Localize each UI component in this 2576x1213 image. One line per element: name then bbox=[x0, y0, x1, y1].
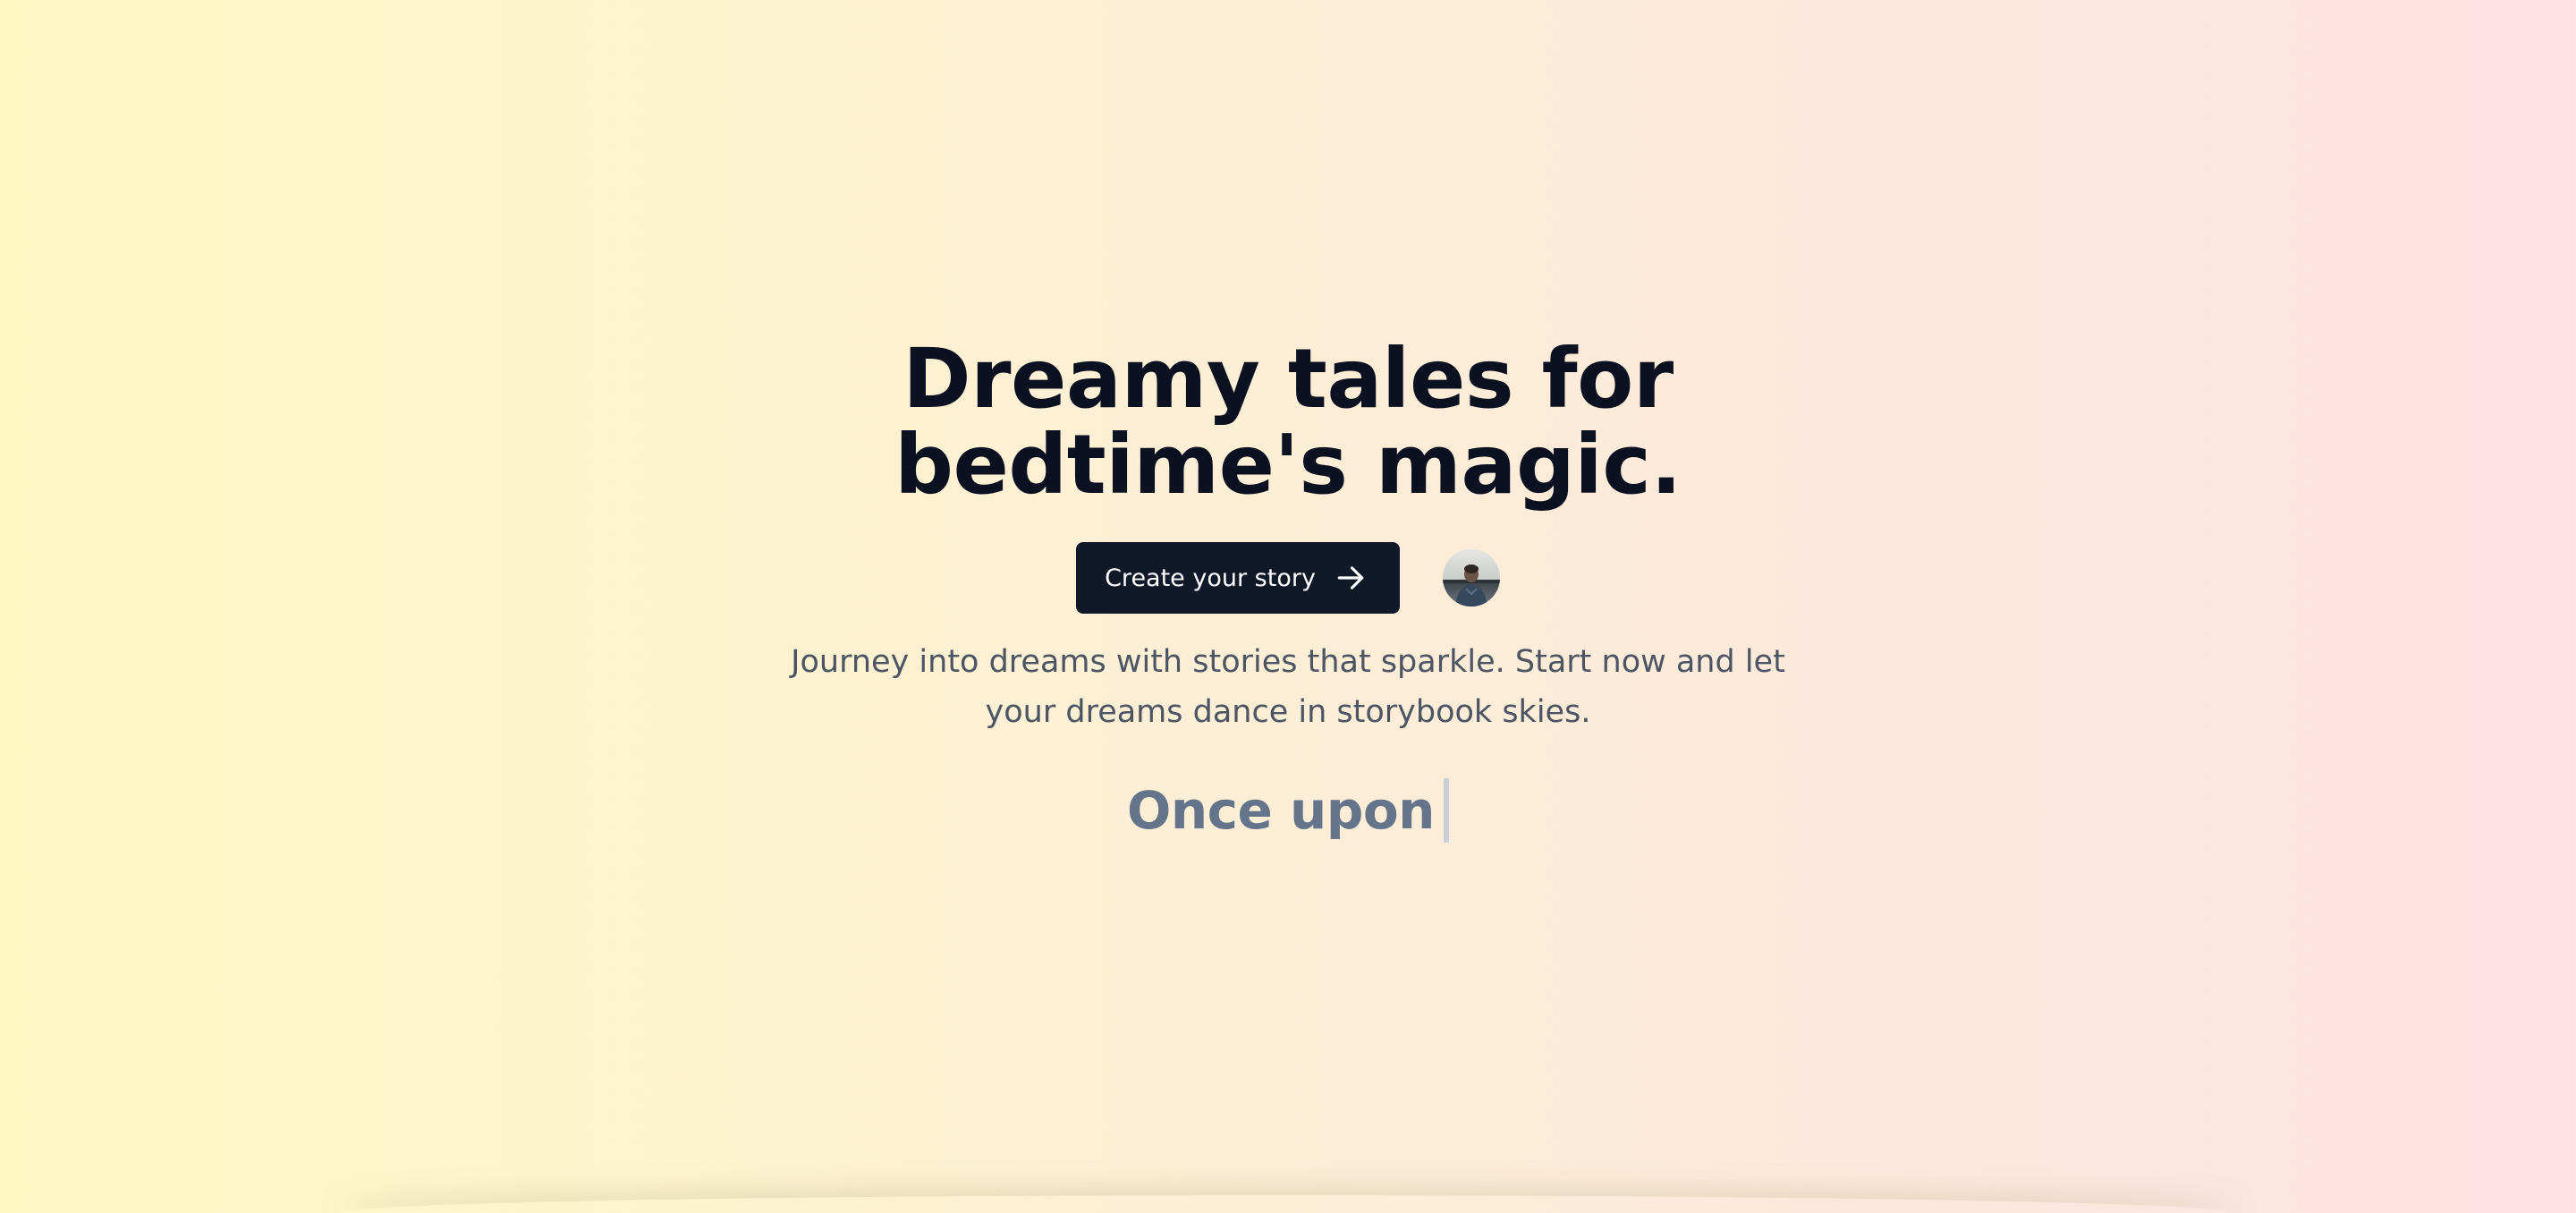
arrow-right-icon bbox=[1337, 566, 1364, 590]
cta-row: Create your story bbox=[1076, 542, 1500, 614]
create-story-button-label: Create your story bbox=[1105, 564, 1316, 592]
create-story-button[interactable]: Create your story bbox=[1076, 542, 1400, 614]
avatar-icon bbox=[1442, 549, 1500, 606]
typing-text: Once upon bbox=[1127, 780, 1435, 841]
typing-animation: Once upon bbox=[1127, 776, 1449, 844]
hero-section: Dreamy tales for bedtime's magic. Create… bbox=[0, 336, 2576, 844]
user-avatar[interactable] bbox=[1442, 549, 1500, 606]
hero-subtext: Journey into dreams with stories that sp… bbox=[791, 644, 1785, 730]
typing-caret bbox=[1443, 778, 1449, 843]
hero-headline: Dreamy tales for bedtime's magic. bbox=[894, 331, 1682, 513]
bottom-panel-shadow bbox=[340, 1195, 2236, 1213]
